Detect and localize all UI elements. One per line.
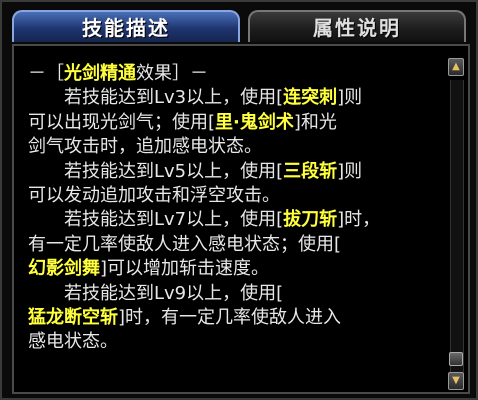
skill-description-text: －［光剑精通效果］－ 若技能达到Lv3以上，使用[连突刺]则 可以出现光剑气；使用[… bbox=[28, 62, 446, 355]
description-line: 若技能达到Lv7以上，使用[拔刀斩]时， bbox=[28, 208, 446, 232]
skill-info-window: 技能描述 属性说明 －［光剑精通效果］－ 若技能达到Lv3以上，使用[连突刺]则可… bbox=[0, 0, 478, 400]
description-line: 可以发动追加攻击和浮空攻击。 bbox=[28, 184, 446, 208]
skill-name-highlight: 拔刀斩 bbox=[283, 209, 338, 231]
description-line: 感电状态。 bbox=[28, 330, 446, 354]
description-text: 可以出现光剑气；使用[ bbox=[28, 111, 216, 133]
description-text: ]则 bbox=[337, 160, 363, 182]
description-line: 猛龙断空斩]时，有一定几率使敌人进入 bbox=[28, 306, 446, 330]
skill-name-highlight: 光剑精通 bbox=[64, 63, 136, 84]
description-text: 效果］－ bbox=[136, 63, 208, 84]
description-line: 若技能达到Lv9以上，使用[ bbox=[28, 282, 446, 306]
scroll-up-button[interactable]: ▲ bbox=[448, 58, 464, 76]
skill-name-highlight: 猛龙断空斩 bbox=[28, 306, 118, 328]
description-text: 若技能达到Lv9以上，使用[ bbox=[64, 282, 284, 304]
description-line: 若技能达到Lv5以上，使用[三段斩]则 bbox=[28, 160, 446, 184]
tab-attribute-description[interactable]: 属性说明 bbox=[248, 10, 466, 42]
description-line: 若技能达到Lv3以上，使用[连突刺]则 bbox=[28, 86, 446, 110]
description-text: 若技能达到Lv3以上，使用[ bbox=[64, 87, 284, 109]
description-text: －［ bbox=[28, 63, 64, 84]
description-text: 可以发动追加攻击和浮空攻击。 bbox=[28, 184, 280, 206]
description-text: 感电状态。 bbox=[28, 331, 118, 353]
skill-name-highlight: 里·鬼剑术 bbox=[215, 111, 294, 133]
description-line: 可以出现光剑气；使用[里·鬼剑术]和光 bbox=[28, 111, 446, 135]
skill-name-highlight: 幻影剑舞 bbox=[28, 258, 100, 280]
description-text: ]时， bbox=[337, 209, 381, 231]
description-line: 有一定几率使敌人进入感电状态；使用[ bbox=[28, 233, 446, 257]
tab-skill-description[interactable]: 技能描述 bbox=[12, 10, 240, 42]
scroll-down-button[interactable]: ▼ bbox=[448, 372, 464, 390]
description-line: 剑气攻击时，追加感电状态。 bbox=[28, 135, 446, 159]
skill-name-highlight: 三段斩 bbox=[283, 160, 338, 182]
scroll-thumb[interactable] bbox=[449, 352, 463, 366]
scroll-track[interactable] bbox=[450, 80, 464, 372]
description-text: ]时，有一定几率使敌人进入 bbox=[118, 306, 342, 328]
tab-bar: 技能描述 属性说明 bbox=[8, 8, 470, 44]
description-text: 若技能达到Lv5以上，使用[ bbox=[64, 160, 284, 182]
triangle-up-icon: ▲ bbox=[452, 61, 460, 72]
description-panel: －［光剑精通效果］－ 若技能达到Lv3以上，使用[连突刺]则 可以出现光剑气；使用[… bbox=[12, 44, 470, 394]
description-line: 幻影剑舞]可以增加斩击速度。 bbox=[28, 257, 446, 281]
description-text: 剑气攻击时，追加感电状态。 bbox=[28, 136, 262, 158]
skill-name-highlight: 连突刺 bbox=[283, 87, 338, 109]
description-text: 有一定几率使敌人进入感电状态；使用[ bbox=[28, 233, 342, 255]
description-line: －［光剑精通效果］－ bbox=[28, 62, 446, 86]
description-text: ]和光 bbox=[293, 111, 337, 133]
description-text: ]可以增加斩击速度。 bbox=[100, 258, 270, 280]
scrollbar[interactable]: ▲ ▼ bbox=[448, 58, 464, 390]
description-text: ]则 bbox=[337, 87, 363, 109]
triangle-down-icon: ▼ bbox=[452, 375, 460, 386]
description-text: 若技能达到Lv7以上，使用[ bbox=[64, 209, 284, 231]
